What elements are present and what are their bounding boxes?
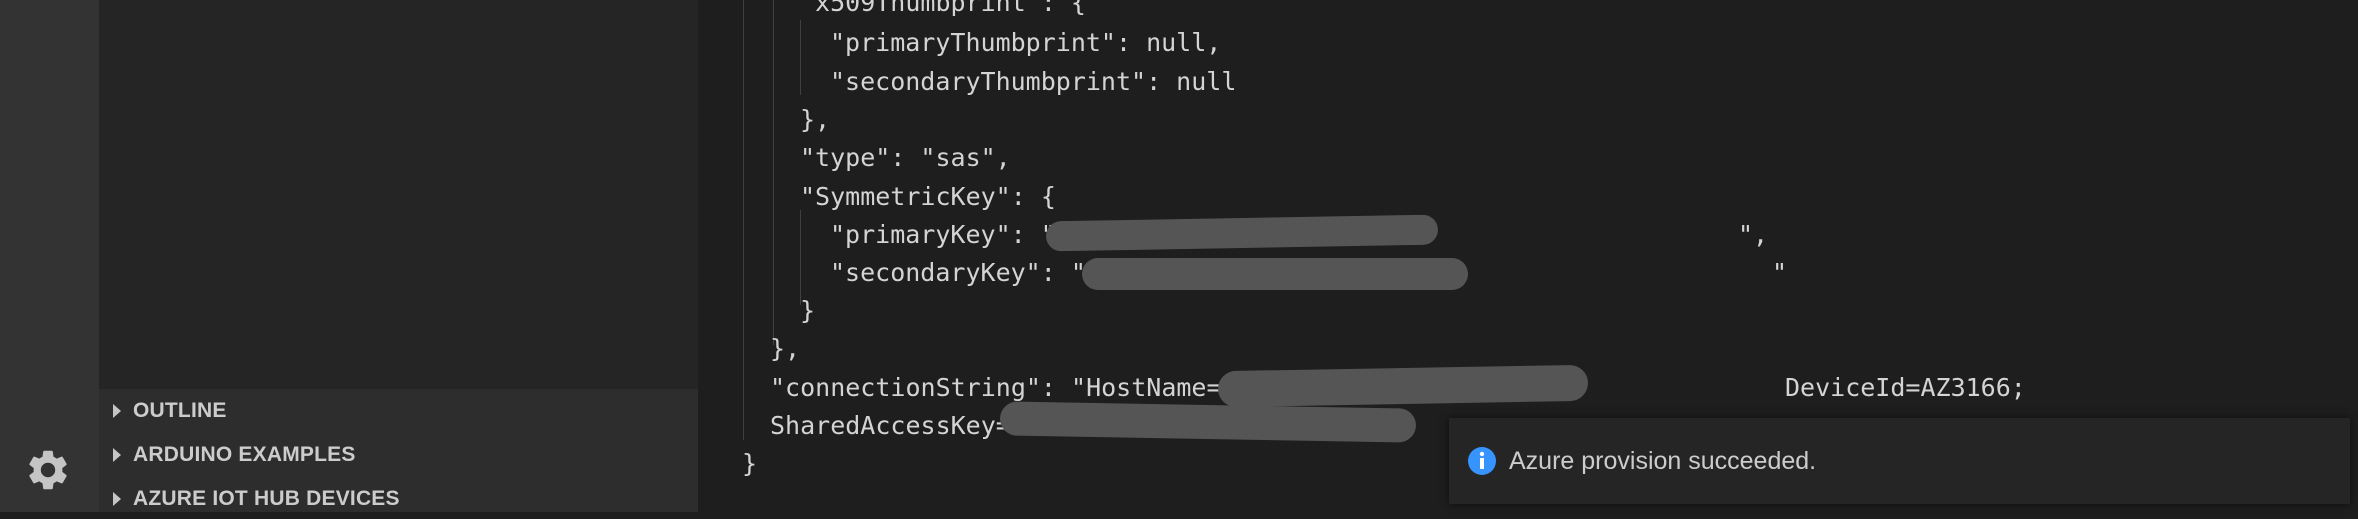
code-line: "secondaryThumbprint": null: [830, 67, 1237, 96]
notification-message: Azure provision succeeded.: [1509, 446, 1817, 475]
code-line: ",: [1738, 220, 1769, 249]
section-outline[interactable]: OUTLINE: [99, 391, 698, 431]
code-line: },: [770, 334, 801, 363]
section-azure-iot-hub-devices[interactable]: AZURE IOT HUB DEVICES: [99, 479, 698, 519]
code-line: "x509Thumbprint": {: [800, 0, 1086, 17]
sidebar-sections-panel: OUTLINE ARDUINO EXAMPLES AZURE IOT HUB D…: [99, 389, 698, 512]
chevron-right-icon: [113, 492, 121, 506]
section-arduino-examples[interactable]: ARDUINO EXAMPLES: [99, 435, 698, 475]
code-line: "SymmetricKey": {: [800, 182, 1056, 211]
code-line: "type": "sas",: [800, 143, 1011, 172]
code-line: "connectionString": "HostName=: [770, 373, 1222, 402]
notification-toast[interactable]: Azure provision succeeded.: [1449, 418, 2350, 504]
redaction-shared-access-key: [999, 401, 1417, 443]
redaction-secondary-key: [1082, 258, 1468, 290]
code-line: },: [800, 105, 831, 134]
redaction-hostname: [1217, 364, 1589, 408]
code-line: "primaryKey": ": [830, 220, 1056, 249]
code-line: ": [1772, 258, 1788, 287]
indent-guide: [800, 20, 801, 95]
chevron-right-icon: [113, 448, 121, 462]
chevron-right-icon: [113, 404, 121, 418]
info-icon: [1468, 447, 1496, 475]
indent-guide: [773, 0, 774, 345]
activity-bar: [0, 0, 99, 512]
section-arduino-examples-label: ARDUINO EXAMPLES: [133, 443, 356, 466]
code-line: "primaryThumbprint": null,: [830, 28, 1222, 57]
section-outline-label: OUTLINE: [133, 399, 227, 422]
section-azure-iot-hub-devices-label: AZURE IOT HUB DEVICES: [133, 487, 400, 510]
indent-guide: [743, 0, 744, 440]
code-line: }: [742, 449, 758, 478]
code-line: "secondaryKey": ": [830, 258, 1086, 287]
indent-guide: [800, 210, 801, 305]
code-line: SharedAccessKey=: [770, 411, 1011, 440]
redaction-primary-key: [1045, 214, 1439, 252]
gear-icon[interactable]: [24, 446, 72, 494]
code-line: }: [800, 296, 816, 325]
code-line: DeviceId=AZ3166;: [1785, 373, 2026, 402]
sidebar: OUTLINE ARDUINO EXAMPLES AZURE IOT HUB D…: [99, 0, 698, 512]
